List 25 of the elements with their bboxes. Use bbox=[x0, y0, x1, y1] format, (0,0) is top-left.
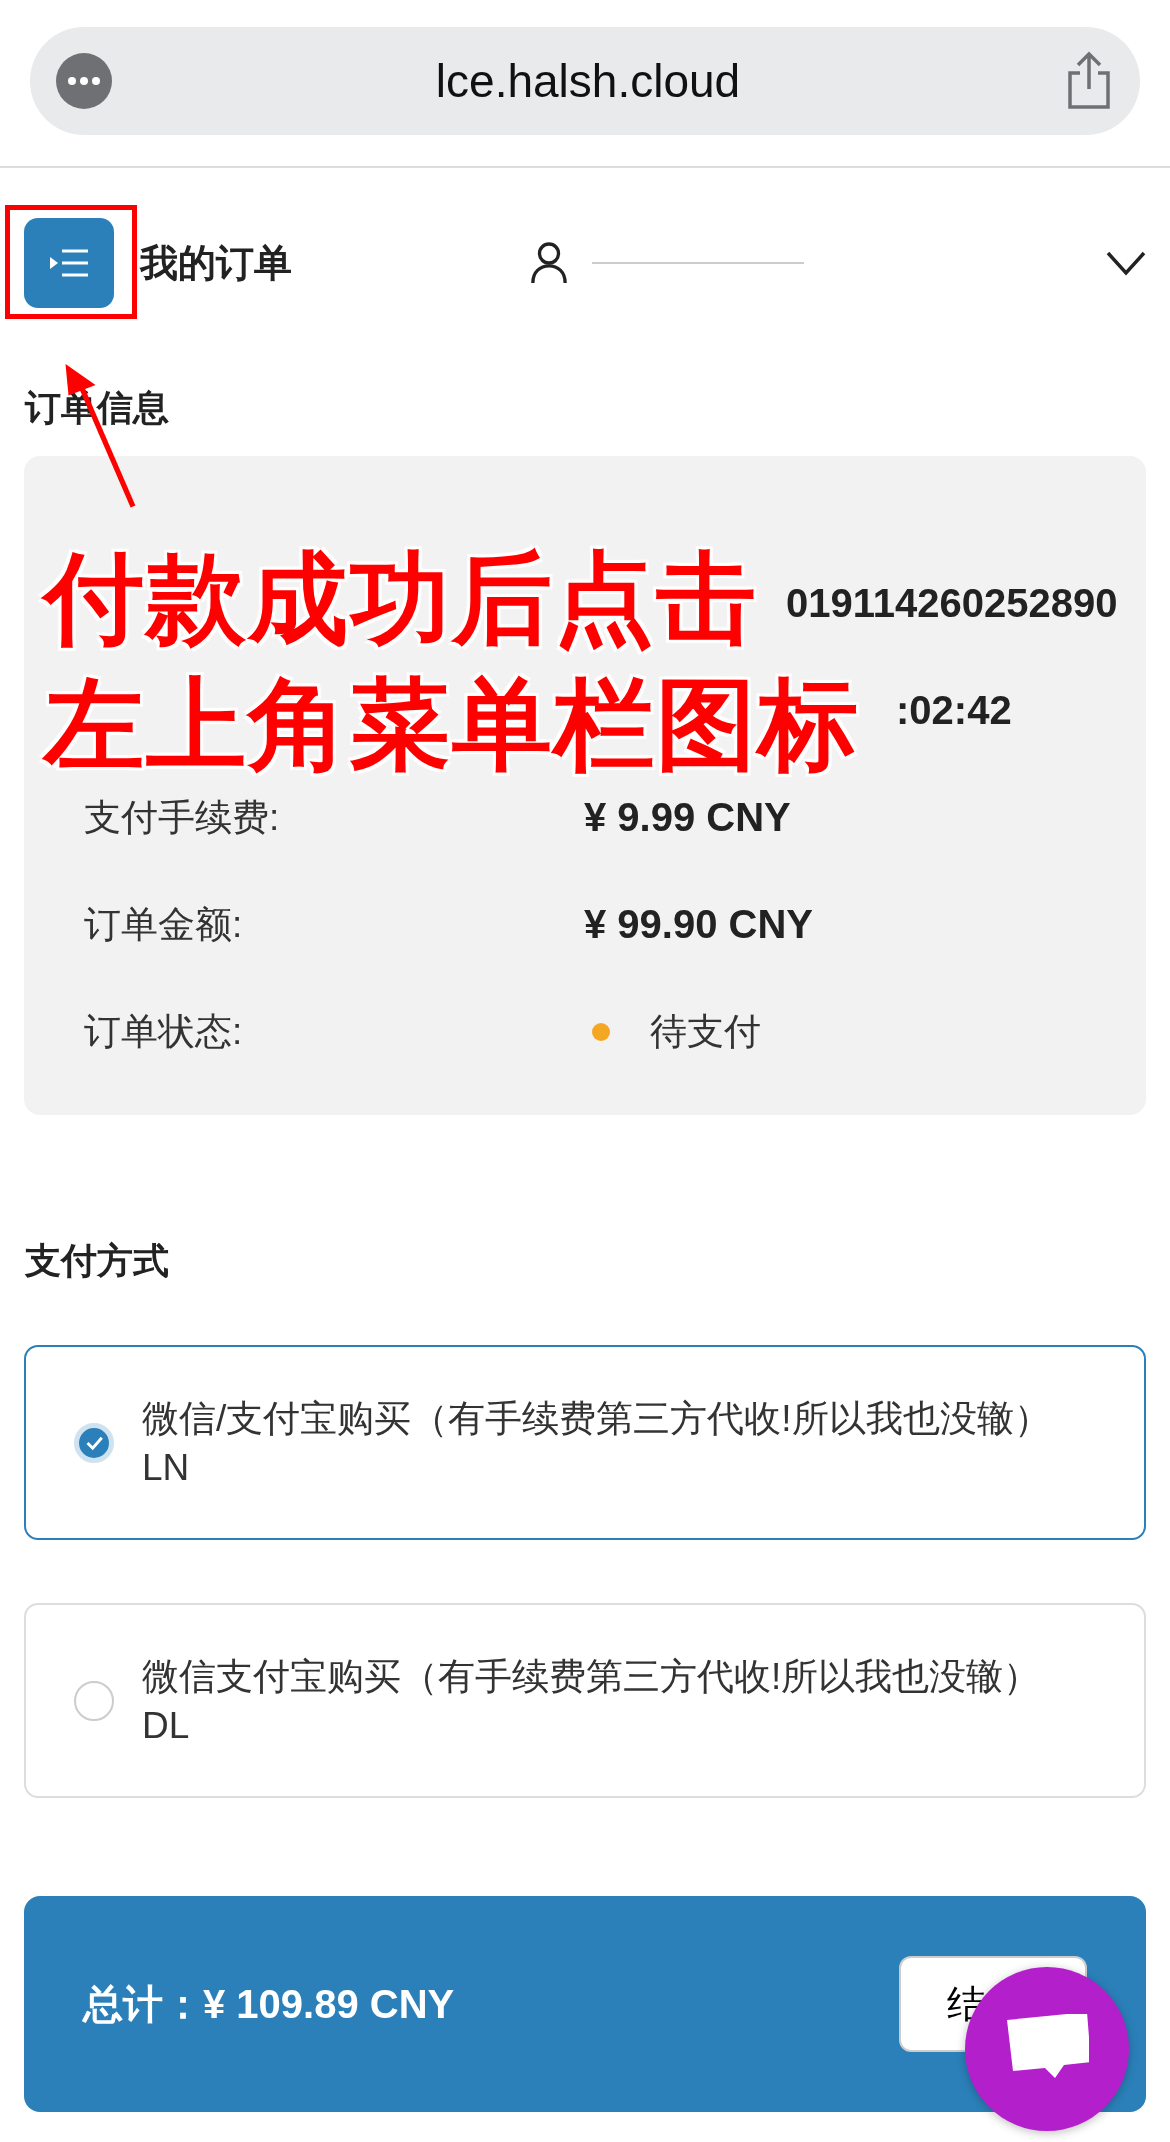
total-amount: 总计：¥ 109.89 CNY bbox=[83, 1980, 455, 2028]
option-label: 微信/支付宝购买（有手续费第三方代收!所以我也没辙）LN bbox=[142, 1396, 1052, 1490]
menu-icon bbox=[49, 248, 89, 278]
annotation-text: 左上角菜单栏图标 bbox=[44, 667, 860, 782]
menu-button[interactable] bbox=[24, 218, 114, 308]
field-value: :02:42 bbox=[896, 688, 1012, 733]
field-label: 订单金额: bbox=[83, 902, 244, 947]
url-text: lce.halsh.cloud bbox=[434, 54, 742, 108]
field-label: 支付手续费: bbox=[83, 795, 281, 840]
more-icon[interactable] bbox=[56, 53, 112, 109]
radio-button[interactable] bbox=[74, 1422, 114, 1463]
page-title: 我的订单 bbox=[140, 240, 293, 286]
address-bar[interactable]: lce.halsh.cloud bbox=[30, 27, 1140, 135]
field-value: ¥ 99.90 CNY bbox=[584, 902, 814, 947]
section-title: 支付方式 bbox=[25, 1239, 170, 1283]
user-icon[interactable] bbox=[530, 241, 568, 285]
chevron-down-icon[interactable] bbox=[1106, 250, 1146, 276]
field-value: 019114260252890 bbox=[786, 581, 1118, 626]
field-value: ¥ 9.99 CNY bbox=[584, 795, 791, 840]
option-label: 微信支付宝购买（有手续费第三方代收!所以我也没辙）DL bbox=[142, 1654, 1042, 1748]
payment-option[interactable]: 微信支付宝购买（有手续费第三方代收!所以我也没辙）DL bbox=[24, 1603, 1146, 1798]
status-text: 待支付 bbox=[650, 1009, 761, 1054]
radio-button[interactable] bbox=[74, 1680, 114, 1721]
payment-option[interactable]: 微信/支付宝购买（有手续费第三方代收!所以我也没辙）LN bbox=[24, 1345, 1146, 1540]
field-label: 订单状态: bbox=[83, 1009, 244, 1054]
